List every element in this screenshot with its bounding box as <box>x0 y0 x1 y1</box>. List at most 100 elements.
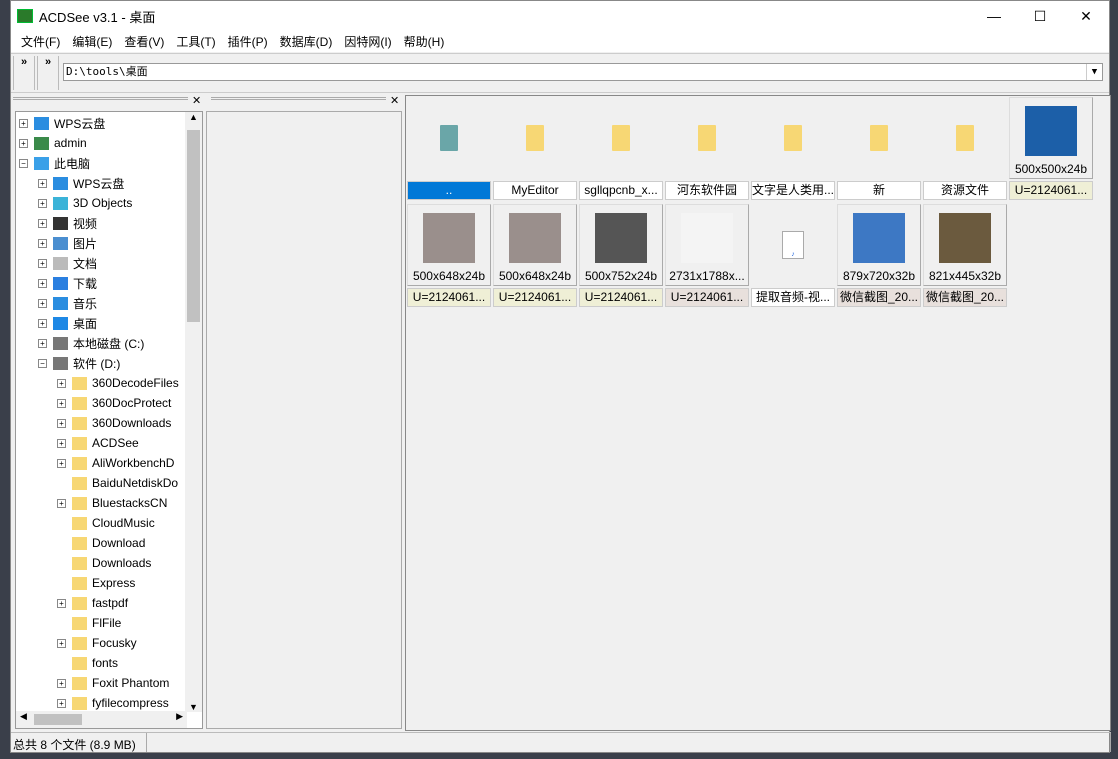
tree-item[interactable]: +360DecodeFiles <box>57 373 179 393</box>
expand-toggle-icon[interactable]: + <box>19 138 28 148</box>
thumbnail-item[interactable]: 文字是人类用... <box>751 97 835 200</box>
menu-item[interactable]: 工具(T) <box>170 33 221 50</box>
close-button[interactable]: ✕ <box>1063 1 1109 31</box>
preview-pane-grip[interactable] <box>211 97 386 107</box>
scrollbar-thumb[interactable] <box>34 714 82 725</box>
address-bar[interactable]: D:\tools\桌面 ▼ <box>63 63 1103 81</box>
toolbar-chevron-button[interactable]: » <box>37 56 59 90</box>
image-preview <box>681 213 733 263</box>
tree-item[interactable]: Download <box>57 533 145 553</box>
tree-item-label: AliWorkbenchD <box>92 456 175 470</box>
folder-pane-grip[interactable] <box>13 97 188 107</box>
thumbnail-item[interactable]: 500x648x24b U=2124061... <box>407 204 491 307</box>
expand-toggle-icon[interactable]: − <box>19 158 28 168</box>
menu-item[interactable]: 查看(V) <box>118 33 170 50</box>
thumbnail-item[interactable]: 500x648x24b U=2124061... <box>493 204 577 307</box>
expand-toggle-icon[interactable]: + <box>57 698 66 708</box>
tree-item[interactable]: + 本地磁盘 (C:) <box>38 333 144 353</box>
thumbnail-item[interactable]: 新 <box>837 97 921 200</box>
tree-item-label: WPS云盘 <box>73 176 125 191</box>
tree-item[interactable]: Downloads <box>57 553 151 573</box>
tree-item[interactable]: Express <box>57 573 135 593</box>
tree-item[interactable]: + 桌面 <box>38 313 97 333</box>
tree-item[interactable]: + 音乐 <box>38 293 97 313</box>
expand-toggle-icon[interactable]: + <box>38 298 47 308</box>
expand-toggle-icon[interactable]: + <box>57 378 66 388</box>
chevron-down-icon[interactable]: ▼ <box>1086 64 1102 80</box>
expand-toggle-icon[interactable]: + <box>38 258 47 268</box>
expand-toggle-icon[interactable]: + <box>57 678 66 688</box>
tree-item[interactable]: − 软件 (D:) <box>38 353 120 373</box>
menu-item[interactable]: 编辑(E) <box>66 33 118 50</box>
expand-toggle-icon[interactable]: + <box>38 278 47 288</box>
expand-toggle-icon[interactable]: + <box>57 458 66 468</box>
folder-tree[interactable]: + fyfilecompress + Foxit Phantom fonts + Focus… <box>15 111 203 729</box>
thumbnail-item[interactable]: 879x720x32b 微信截图_20... <box>837 204 921 307</box>
tree-item[interactable]: + WPS云盘 <box>19 113 105 133</box>
menu-item[interactable]: 文件(F) <box>15 33 66 50</box>
thumbnail-item[interactable]: 500x500x24b U=2124061... <box>1009 97 1093 200</box>
image-preview <box>423 213 475 263</box>
tree-item[interactable]: + Foxit Phantom <box>57 673 169 693</box>
thumbnail-item[interactable]: .. <box>407 97 491 200</box>
tree-item[interactable]: +360Downloads <box>57 413 171 433</box>
vertical-scrollbar[interactable]: ▲ ▼ <box>185 112 202 712</box>
expand-toggle-icon[interactable]: + <box>57 418 66 428</box>
expand-toggle-icon[interactable]: + <box>38 338 47 348</box>
close-icon[interactable]: ✕ <box>192 94 201 107</box>
expand-toggle-icon[interactable]: + <box>38 178 47 188</box>
tree-item[interactable]: FlFile <box>57 613 121 633</box>
title-bar: ACDSee v3.1 - 桌面 — ☐ ✕ <box>11 1 1109 31</box>
expand-toggle-icon[interactable]: + <box>57 638 66 648</box>
tree-item[interactable]: + 视频 <box>38 213 97 233</box>
tree-item[interactable]: + AliWorkbenchD <box>57 453 174 473</box>
tree-item[interactable]: + 文档 <box>38 253 97 273</box>
tree-item[interactable]: + BluestacksCN <box>57 493 167 513</box>
expand-toggle-icon[interactable]: − <box>38 358 47 368</box>
thumbnail-item[interactable]: ♪ 提取音频-视... <box>751 204 835 307</box>
tree-item[interactable]: + ACDSee <box>57 433 139 453</box>
tree-item[interactable]: +360DocProtect <box>57 393 171 413</box>
thumbnail-item[interactable]: 2731x1788x... U=2124061... <box>665 204 749 307</box>
toolbar-chevron-button[interactable]: » <box>13 56 35 90</box>
close-icon[interactable]: ✕ <box>390 94 399 107</box>
tree-item[interactable]: CloudMusic <box>57 513 155 533</box>
expand-toggle-icon[interactable]: + <box>19 118 28 128</box>
tree-item[interactable]: + admin <box>19 133 87 153</box>
expand-toggle-icon[interactable]: + <box>38 198 47 208</box>
thumbnail-item[interactable]: 河东软件园 <box>665 97 749 200</box>
tree-item[interactable]: BaiduNetdiskDo <box>57 473 178 493</box>
menu-item[interactable]: 数据库(D) <box>274 33 339 50</box>
menu-item[interactable]: 因特网(I) <box>338 33 397 50</box>
expand-toggle-icon[interactable]: + <box>57 438 66 448</box>
expand-toggle-icon[interactable]: + <box>38 218 47 228</box>
maximize-button[interactable]: ☐ <box>1017 1 1063 31</box>
tree-item[interactable]: + 图片 <box>38 233 97 253</box>
menu-item[interactable]: 插件(P) <box>222 33 274 50</box>
scrollbar-thumb[interactable] <box>187 130 200 322</box>
tree-item[interactable]: +3D Objects <box>38 193 132 213</box>
tree-item[interactable]: − 此电脑 <box>19 153 90 173</box>
thumbnail-item[interactable]: sgllqpcnb_x... <box>579 97 663 200</box>
thumbnail-item[interactable]: 821x445x32b 微信截图_20... <box>923 204 1007 307</box>
tree-item[interactable]: + fastpdf <box>57 593 128 613</box>
tree-item[interactable]: + WPS云盘 <box>38 173 124 193</box>
minimize-button[interactable]: — <box>971 1 1017 31</box>
image-dimensions: 500x648x24b <box>412 269 486 283</box>
thumbnail-item[interactable]: MyEditor <box>493 97 577 200</box>
tree-item[interactable]: + Focusky <box>57 633 137 653</box>
status-summary: 总共 8 个文件 (8.9 MB) <box>11 733 147 752</box>
expand-toggle-icon[interactable]: + <box>57 598 66 608</box>
horizontal-scrollbar[interactable]: ◀ ▶ <box>16 711 187 728</box>
expand-toggle-icon[interactable]: + <box>57 398 66 408</box>
tree-item[interactable]: + 下载 <box>38 273 97 293</box>
expand-toggle-icon[interactable]: + <box>38 318 47 328</box>
tree-item[interactable]: fonts <box>57 653 118 673</box>
thumbnail-area[interactable]: .. MyEditor sgllqpcnb_x... 河东软件园 文字是人类用... 新资… <box>405 95 1111 731</box>
thumbnail-item[interactable]: 500x752x24b U=2124061... <box>579 204 663 307</box>
menu-item[interactable]: 帮助(H) <box>398 33 451 50</box>
thumbnail-item[interactable]: 资源文件 <box>923 97 1007 200</box>
tree-item[interactable]: + fyfilecompress <box>57 693 169 713</box>
expand-toggle-icon[interactable]: + <box>38 238 47 248</box>
expand-toggle-icon[interactable]: + <box>57 498 66 508</box>
